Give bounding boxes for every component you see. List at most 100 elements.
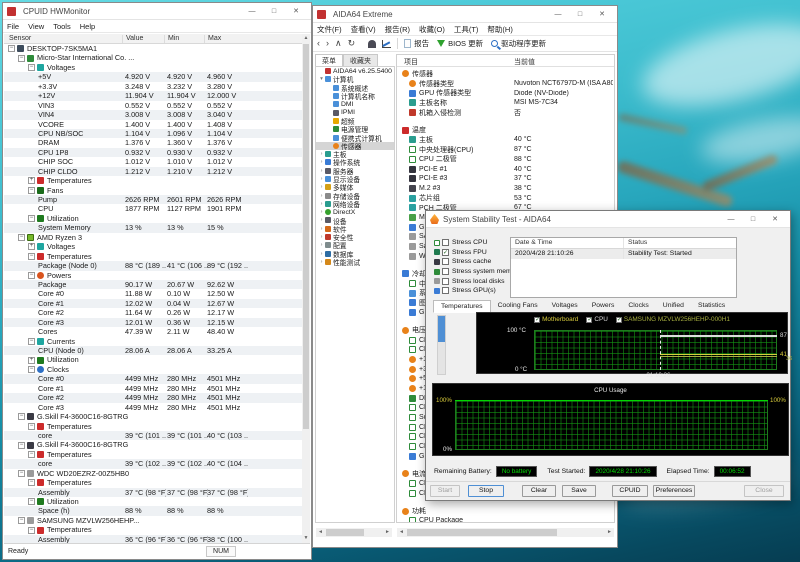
chart-scrollbar[interactable] xyxy=(437,315,446,375)
sensor-row[interactable]: Core #112.02 W0.04 W12.67 W xyxy=(4,299,302,308)
tab-voltages[interactable]: Voltages xyxy=(545,300,585,312)
collapse-icon[interactable]: − xyxy=(18,55,25,62)
preferences-button[interactable]: Preferences xyxy=(653,485,695,497)
menu-item[interactable]: 工具(T) xyxy=(454,24,479,35)
checkbox-unchecked[interactable] xyxy=(442,268,449,275)
checkbox-checked[interactable]: ✓ xyxy=(586,317,592,323)
sensor-row[interactable]: −AMD Ryzen 3 xyxy=(4,233,302,242)
collapse-icon[interactable]: − xyxy=(18,470,25,477)
tree-item[interactable]: ›性能测试 xyxy=(316,258,394,266)
table-row[interactable]: 2020/4/28 21:10:26Stability Test: Starte… xyxy=(511,249,736,259)
collapse-icon[interactable]: − xyxy=(28,366,35,373)
collapse-icon[interactable]: − xyxy=(28,253,35,260)
stop-button[interactable]: Stop xyxy=(468,485,504,497)
sensor-row[interactable]: Package (Node 0)88 °C (189 ...41 °C (106… xyxy=(4,261,302,270)
collapse-icon[interactable]: − xyxy=(18,517,25,524)
sensor-row[interactable]: core39 °C (101 ...39 °C (101 ...40 °C (1… xyxy=(4,431,302,440)
panel-row[interactable]: CPU Package xyxy=(397,516,614,523)
chart-icon[interactable] xyxy=(382,40,391,48)
scrollbar-thumb[interactable] xyxy=(438,316,445,342)
tree-item[interactable]: 电源管理 xyxy=(316,125,394,133)
checkbox-unchecked[interactable] xyxy=(442,239,449,246)
panel-row[interactable]: M.2 #338 °C xyxy=(397,184,614,194)
nav-arrow-icon[interactable]: ∧ xyxy=(335,38,342,48)
hwmonitor-vertical-scrollbar[interactable]: ▲ ▼ xyxy=(302,34,310,543)
save-button[interactable]: Save xyxy=(562,485,596,497)
sensor-row[interactable]: −Temperatures xyxy=(4,478,302,487)
sensor-row[interactable]: Cores47.39 W2.11 W48.40 W xyxy=(4,327,302,336)
sensor-row[interactable]: −G.Skill F4-3600C16-8GTRG xyxy=(4,412,302,421)
sensor-row[interactable]: +Temperatures xyxy=(4,176,302,185)
tree-horizontal-scrollbar[interactable]: ◄► xyxy=(316,528,392,537)
tree-item[interactable]: ▾计算机 xyxy=(316,75,394,83)
sensor-row[interactable]: Core #04499 MHz280 MHz4501 MHz xyxy=(4,374,302,383)
checkbox-checked[interactable]: ✓ xyxy=(534,317,540,323)
tree-item[interactable]: 计算机名称 xyxy=(316,92,394,100)
sensor-row[interactable]: CPU NB/SOC1.104 V1.096 V1.104 V xyxy=(4,129,302,138)
sensor-row[interactable]: −Fans xyxy=(4,186,302,195)
collapse-icon[interactable]: − xyxy=(28,423,35,430)
tab-cooling-fans[interactable]: Cooling Fans xyxy=(491,300,545,312)
tree-item[interactable]: ›安全性 xyxy=(316,233,394,241)
tree-item[interactable]: ›操作系统 xyxy=(316,158,394,166)
column-header[interactable]: Max xyxy=(208,35,221,42)
column-separator[interactable] xyxy=(164,35,165,43)
sensor-row[interactable]: −Temperatures xyxy=(4,450,302,459)
tree-item[interactable]: ›存储设备 xyxy=(316,191,394,199)
nav-arrow-icon[interactable]: › xyxy=(326,38,329,48)
sensor-row[interactable]: −SAMSUNG MZVLW256HEHP... xyxy=(4,516,302,525)
tree-item[interactable]: ›设备 xyxy=(316,216,394,224)
minimize-icon[interactable]: — xyxy=(720,212,742,227)
tree-item[interactable]: 超频 xyxy=(316,117,394,125)
collapse-icon[interactable]: − xyxy=(28,479,35,486)
column-separator[interactable] xyxy=(122,35,123,43)
menu-item[interactable]: 收藏(O) xyxy=(419,24,445,35)
sensor-row[interactable]: −Utilization xyxy=(4,497,302,506)
panel-row[interactable]: PCI-E #337 °C xyxy=(397,174,614,184)
tree-item[interactable]: ›配置 xyxy=(316,241,394,249)
collapse-icon[interactable]: − xyxy=(28,64,35,71)
panel-row[interactable]: 传感器类型Nuvoton NCT6797D-M (ISA A80h) xyxy=(397,79,614,89)
collapse-icon[interactable]: − xyxy=(28,338,35,345)
close-icon[interactable]: ✕ xyxy=(285,4,307,19)
clear-button[interactable]: Clear xyxy=(522,485,556,497)
sensor-row[interactable]: −Utilization xyxy=(4,214,302,223)
sensor-row[interactable]: CPU1877 RPM1127 RPM1901 RPM xyxy=(4,204,302,213)
checkbox-unchecked[interactable] xyxy=(442,278,449,285)
column-header[interactable]: Value xyxy=(126,35,143,42)
panel-row[interactable]: 主板名称MSI MS-7C34 xyxy=(397,98,614,108)
collapse-icon[interactable]: − xyxy=(28,215,35,222)
sensor-row[interactable]: Assembly37 °C (98 °F)37 °C (98 °F)37 °C … xyxy=(4,488,302,497)
tab-statistics[interactable]: Statistics xyxy=(691,300,732,312)
expand-icon[interactable]: + xyxy=(28,243,35,250)
bios-update-button[interactable]: BIOS 更新 xyxy=(437,38,483,49)
tree-item[interactable]: ›网络设备 xyxy=(316,200,394,208)
nav-arrow-icon[interactable]: ‹ xyxy=(317,38,320,48)
menu-item[interactable]: File xyxy=(7,22,19,31)
user-icon[interactable] xyxy=(368,40,376,48)
close-icon[interactable]: ✕ xyxy=(591,7,613,22)
tab-unified[interactable]: Unified xyxy=(656,300,691,312)
tab-powers[interactable]: Powers xyxy=(585,300,622,312)
menu-item[interactable]: View xyxy=(28,22,44,31)
sensor-row[interactable]: Core #011.88 W0.10 W12.50 W xyxy=(4,289,302,298)
maximize-icon[interactable]: □ xyxy=(263,4,285,19)
sensor-row[interactable]: +3.3V3.248 V3.232 V3.280 V xyxy=(4,82,302,91)
collapse-icon[interactable]: − xyxy=(28,272,35,279)
collapse-icon[interactable]: − xyxy=(8,45,15,52)
sensor-row[interactable]: Package90.17 W20.67 W92.62 W xyxy=(4,280,302,289)
menu-item[interactable]: 帮助(H) xyxy=(487,24,512,35)
tree-item[interactable]: IPMI xyxy=(316,108,394,116)
sensor-row[interactable]: −G.Skill F4-3600C16-8GTRG xyxy=(4,440,302,449)
tree-item[interactable]: ›软件 xyxy=(316,225,394,233)
sensor-row[interactable]: +5V4.920 V4.920 V4.960 V xyxy=(4,72,302,81)
sensor-row[interactable]: +12V11.904 V11.904 V12.000 V xyxy=(4,91,302,100)
tree-item[interactable]: ›显示设备 xyxy=(316,175,394,183)
menu-item[interactable]: 文件(F) xyxy=(317,24,342,35)
tree-item[interactable]: ›多媒体 xyxy=(316,183,394,191)
scrollbar-thumb[interactable] xyxy=(303,44,309,429)
nav-arrow-icon[interactable]: ↻ xyxy=(348,38,356,48)
expand-icon[interactable]: + xyxy=(28,357,35,364)
scroll-up-icon[interactable]: ▲ xyxy=(302,34,310,43)
close-icon[interactable]: ✕ xyxy=(764,212,786,227)
